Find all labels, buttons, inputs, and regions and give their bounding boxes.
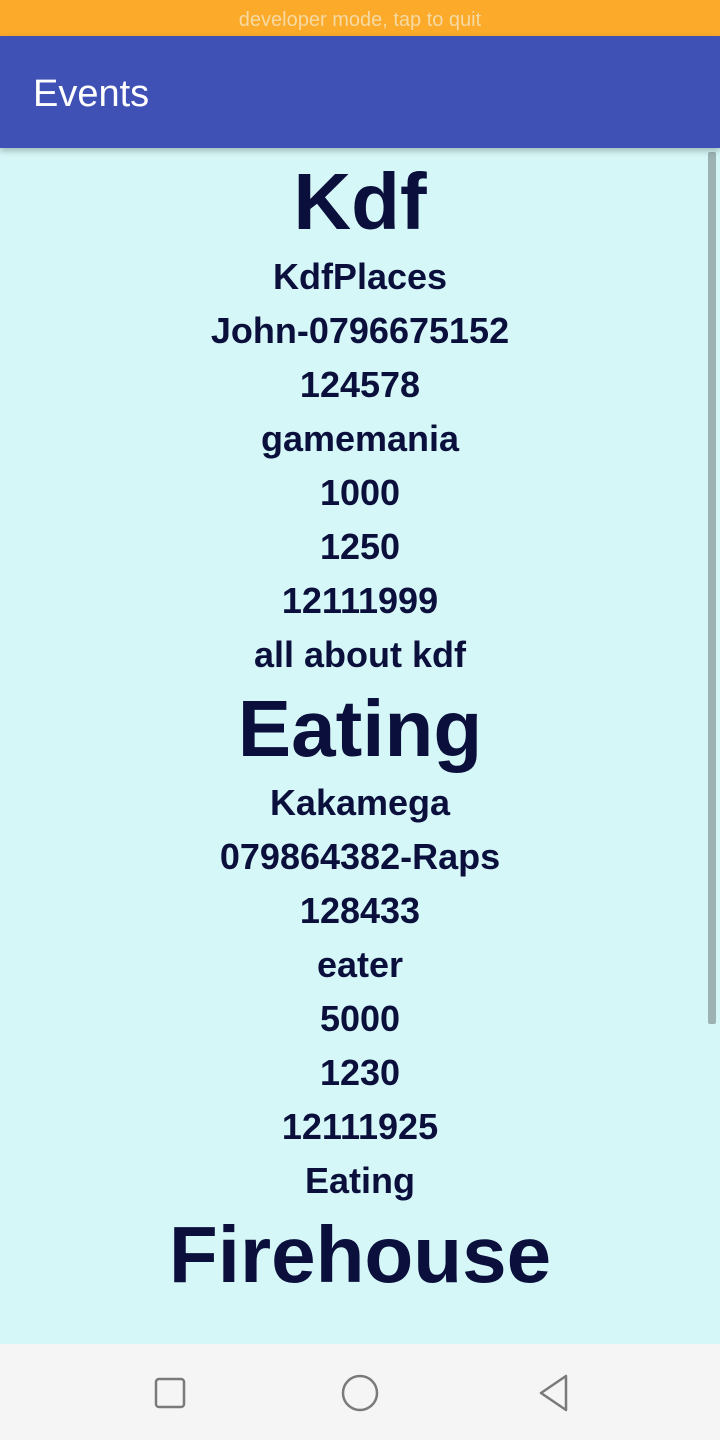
event-contact: 079864382-Raps bbox=[219, 836, 501, 877]
developer-mode-banner[interactable]: developer mode, tap to quit bbox=[0, 0, 720, 36]
scrollbar[interactable] bbox=[708, 152, 716, 1024]
event-name: Firehouse bbox=[168, 1210, 552, 1299]
event-name: Kdf bbox=[293, 157, 427, 246]
square-icon[interactable] bbox=[146, 1372, 194, 1414]
event-item[interactable]: Kdf KdfPlaces John-0796675152 124578 gam… bbox=[0, 154, 720, 682]
event-value-2: 1230 bbox=[319, 1052, 401, 1093]
event-name: Eating bbox=[237, 684, 483, 773]
event-value-2: 1250 bbox=[319, 526, 401, 567]
event-organizer: eater bbox=[316, 944, 404, 985]
event-contact: John-0796675152 bbox=[210, 310, 510, 351]
screen: developer mode, tap to quit Events Kdf K… bbox=[0, 0, 720, 1440]
events-list[interactable]: Kdf KdfPlaces John-0796675152 124578 gam… bbox=[0, 148, 720, 1344]
event-description: all about kdf bbox=[253, 634, 466, 675]
event-date: 12111999 bbox=[281, 580, 439, 621]
event-location: Kakamega bbox=[269, 782, 451, 823]
event-code: 124578 bbox=[299, 364, 421, 405]
event-organizer: gamemania bbox=[260, 418, 460, 459]
event-description: Eating bbox=[304, 1160, 415, 1201]
app-bar: Events bbox=[0, 36, 720, 148]
event-item[interactable]: Firehouse bbox=[0, 1208, 720, 1302]
event-item[interactable]: Eating Kakamega 079864382-Raps 128433 ea… bbox=[0, 682, 720, 1208]
system-nav-bar bbox=[0, 1344, 720, 1440]
event-value-1: 5000 bbox=[319, 998, 401, 1039]
circle-icon[interactable] bbox=[336, 1372, 384, 1414]
event-value-1: 1000 bbox=[319, 472, 401, 513]
event-location: KdfPlaces bbox=[272, 256, 448, 297]
page-title: Events bbox=[33, 73, 150, 115]
triangle-back-icon[interactable] bbox=[530, 1372, 578, 1414]
event-date: 12111925 bbox=[281, 1106, 439, 1147]
event-code: 128433 bbox=[299, 890, 421, 931]
